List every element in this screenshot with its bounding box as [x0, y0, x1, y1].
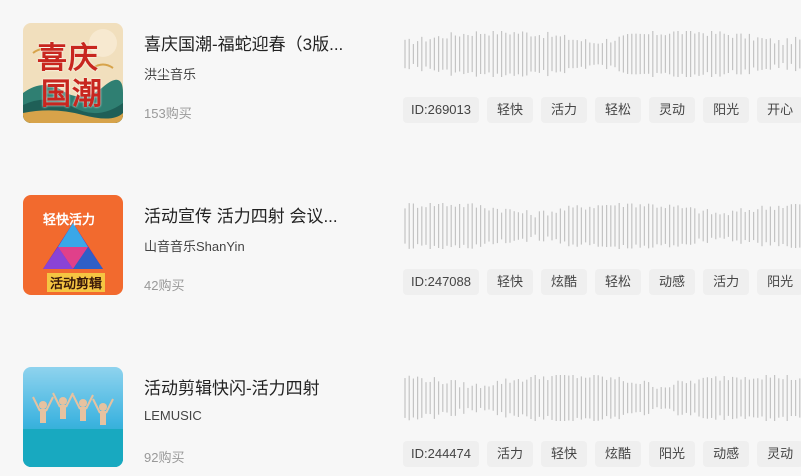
- cover-title-line1: 轻快活力: [43, 213, 96, 228]
- track-title[interactable]: 喜庆国潮-福蛇迎春（3版...: [144, 30, 374, 55]
- track-id-tag: ID:244474: [403, 441, 479, 467]
- tag[interactable]: 阳光: [649, 441, 696, 467]
- tag[interactable]: 轻快: [487, 269, 534, 295]
- cover-title-line2: 国潮: [41, 77, 103, 112]
- track-item[interactable]: 喜庆 国潮 喜庆国潮-福蛇迎春（3版... 洪尘音乐 153购买 ID:2690…: [0, 23, 801, 133]
- purchase-count: 153购买: [144, 106, 192, 121]
- tag-list: ID:247088 轻快 炫酷 轻松 动感 活力 阳光: [403, 269, 801, 295]
- tag[interactable]: 动感: [703, 441, 750, 467]
- tag[interactable]: 阳光: [757, 269, 801, 295]
- tag[interactable]: 炫酷: [541, 269, 588, 295]
- track-author[interactable]: 山音音乐ShanYin: [144, 236, 245, 255]
- tag[interactable]: 轻松: [595, 97, 642, 123]
- tag[interactable]: 活力: [703, 269, 750, 295]
- track-title[interactable]: 活动宣传 活力四射 会议...: [144, 202, 374, 227]
- track-author[interactable]: 洪尘音乐: [144, 64, 196, 83]
- cover-image[interactable]: [23, 367, 123, 467]
- waveform[interactable]: [403, 203, 801, 249]
- tag[interactable]: 灵动: [649, 97, 696, 123]
- tag[interactable]: 开心: [757, 97, 801, 123]
- tag[interactable]: 阳光: [703, 97, 750, 123]
- purchase-count: 92购买: [144, 450, 185, 465]
- track-item[interactable]: 活动剪辑快闪-活力四射 LEMUSIC 92购买 ID:244474 活力 轻快…: [0, 367, 801, 476]
- tag[interactable]: 轻快: [487, 97, 534, 123]
- track-item[interactable]: 轻快活力 活动剪辑 活动宣传 活力四射 会议... 山音音乐ShanYin 42…: [0, 195, 801, 305]
- cover-image[interactable]: 喜庆 国潮: [23, 23, 123, 123]
- track-list: 喜庆 国潮 喜庆国潮-福蛇迎春（3版... 洪尘音乐 153购买 ID:2690…: [0, 0, 801, 476]
- track-id-tag: ID:247088: [403, 269, 479, 295]
- track-title[interactable]: 活动剪辑快闪-活力四射: [144, 374, 374, 399]
- waveform[interactable]: [403, 375, 801, 421]
- track-id-tag: ID:269013: [403, 97, 479, 123]
- purchase-count: 42购买: [144, 278, 185, 293]
- tag[interactable]: 炫酷: [595, 441, 642, 467]
- cover-image[interactable]: 轻快活力 活动剪辑: [23, 195, 123, 295]
- tag[interactable]: 灵动: [757, 441, 801, 467]
- tag[interactable]: 动感: [649, 269, 696, 295]
- tag[interactable]: 轻松: [595, 269, 642, 295]
- waveform[interactable]: [403, 31, 801, 77]
- track-author[interactable]: LEMUSIC: [144, 408, 202, 423]
- tag[interactable]: 活力: [487, 441, 534, 467]
- tag-list: ID:269013 轻快 活力 轻松 灵动 阳光 开心: [403, 97, 801, 123]
- cover-title-line2: 活动剪辑: [47, 273, 106, 292]
- tag[interactable]: 轻快: [541, 441, 588, 467]
- tag[interactable]: 活力: [541, 97, 588, 123]
- tag-list: ID:244474 活力 轻快 炫酷 阳光 动感 灵动: [403, 441, 801, 467]
